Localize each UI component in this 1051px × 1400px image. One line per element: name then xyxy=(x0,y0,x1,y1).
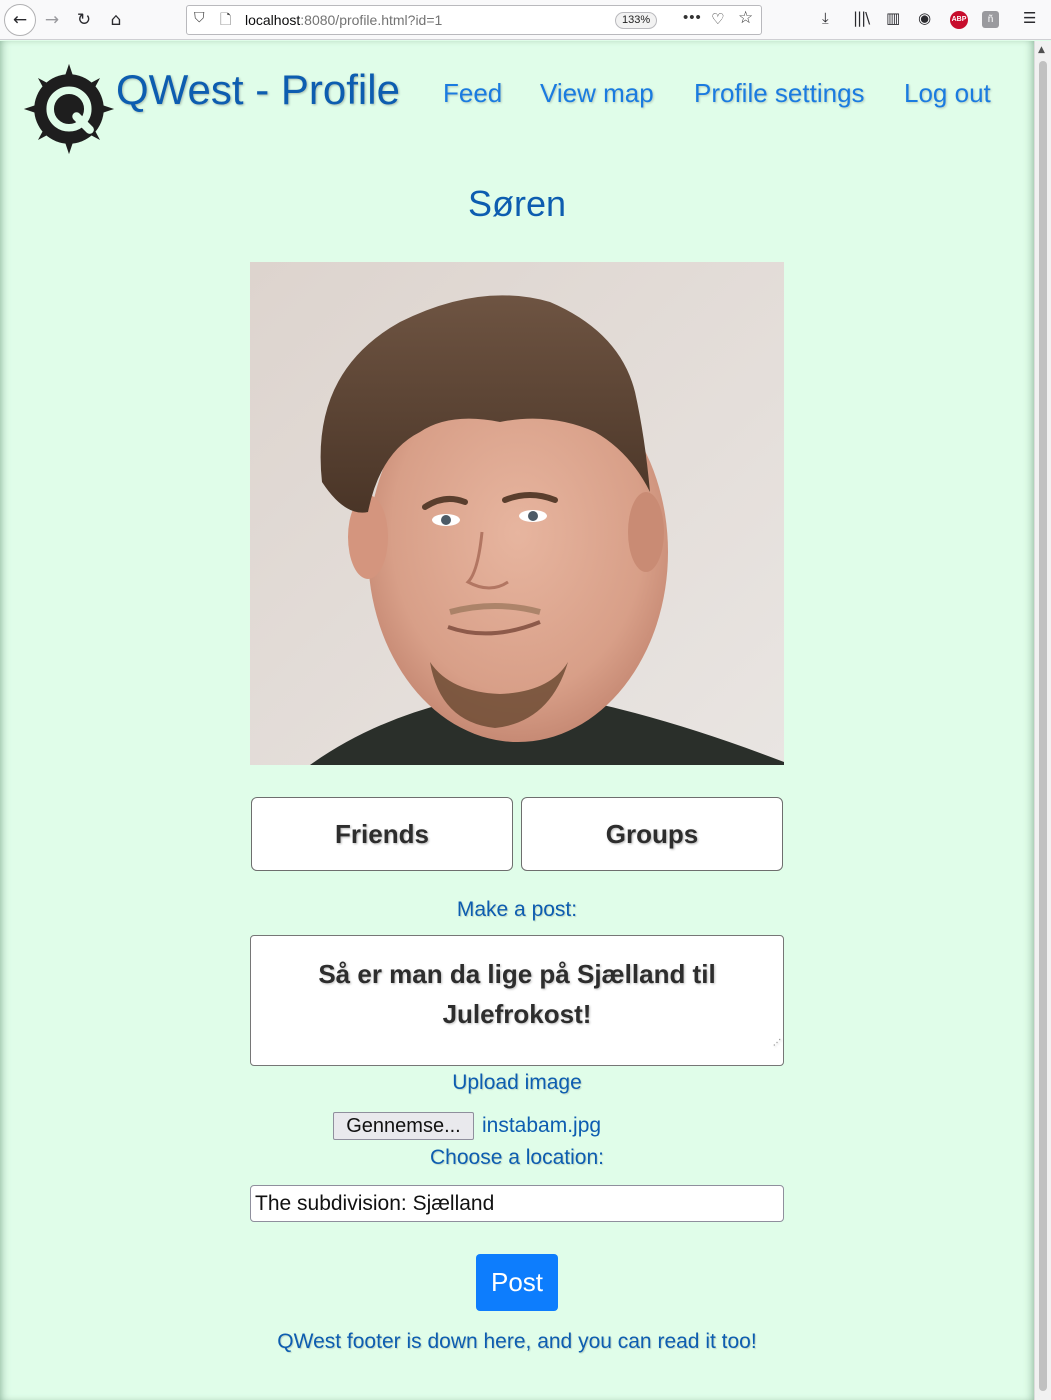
make-post-label: Make a post: xyxy=(456,898,578,921)
profile-name: Søren xyxy=(467,183,567,224)
post-button[interactable]: Post xyxy=(476,1254,558,1311)
star-icon[interactable]: ☆ xyxy=(738,8,753,28)
upload-image-label: Upload image xyxy=(452,1071,582,1094)
resize-grip-icon[interactable]: ⋰ xyxy=(773,1023,781,1063)
account-icon[interactable]: ◉ xyxy=(918,9,931,27)
zoom-indicator[interactable]: 133% xyxy=(615,12,658,29)
url-path: :8080/profile.html?id=1 xyxy=(300,12,443,28)
location-input[interactable]: The subdivision: Sjælland xyxy=(250,1185,784,1222)
adblock-icon[interactable]: ABP xyxy=(950,11,968,29)
selected-file-name: instabam.jpg xyxy=(482,1114,602,1137)
pocket-icon[interactable]: ♡ xyxy=(711,10,724,28)
download-icon[interactable]: ⤓ xyxy=(822,9,829,27)
nav-link-feed[interactable]: Feed xyxy=(443,78,502,109)
reload-icon[interactable]: ↻ xyxy=(70,6,98,34)
url-text[interactable]: localhost:8080/profile.html?id=1 xyxy=(245,12,442,28)
nav-link-profile-settings[interactable]: Profile settings xyxy=(694,78,865,109)
groups-button[interactable]: Groups xyxy=(521,797,783,871)
nav-link-view-map[interactable]: View map xyxy=(540,78,654,109)
nav-link-log-out[interactable]: Log out xyxy=(904,78,991,109)
home-icon[interactable]: ⌂ xyxy=(102,6,130,34)
url-host: localhost xyxy=(245,12,301,28)
shield-icon[interactable]: ⛉ xyxy=(194,10,205,26)
browse-file-button[interactable]: Gennemse... xyxy=(333,1112,474,1140)
post-text: Så er man da lige på Sjælland til Julefr… xyxy=(318,959,716,1029)
scroll-thumb[interactable] xyxy=(1039,61,1047,1391)
more-icon[interactable]: ••• xyxy=(683,9,702,26)
browser-toolbar: ← → ↻ ⌂ ⛉ 🗋 localhost:8080/profile.html?… xyxy=(0,0,1051,40)
page-icon[interactable]: 🗋 xyxy=(220,9,231,33)
site-title: QWest - Profile xyxy=(116,66,400,113)
sidebar-icon[interactable]: ▥ xyxy=(886,9,900,27)
menu-icon[interactable]: ☰ xyxy=(1023,9,1036,27)
library-icon[interactable]: |||\ xyxy=(853,9,870,27)
choose-location-label: Choose a location: xyxy=(430,1146,604,1169)
url-bar[interactable]: ⛉ 🗋 localhost:8080/profile.html?id=1 133… xyxy=(186,5,762,35)
compass-logo-icon[interactable] xyxy=(22,62,116,156)
scroll-up-icon[interactable]: ▲ xyxy=(1038,45,1045,55)
back-icon[interactable]: ← xyxy=(4,4,36,36)
profile-photo xyxy=(250,262,784,765)
friends-button[interactable]: Friends xyxy=(251,797,513,871)
scrollbar[interactable]: ▲ xyxy=(1034,41,1051,1400)
footer-text: QWest footer is down here, and you can r… xyxy=(277,1330,757,1353)
extension-icon[interactable]: ñ xyxy=(982,11,999,28)
post-textarea[interactable]: Så er man da lige på Sjælland til Julefr… xyxy=(250,935,784,1066)
forward-icon[interactable]: → xyxy=(38,6,66,34)
